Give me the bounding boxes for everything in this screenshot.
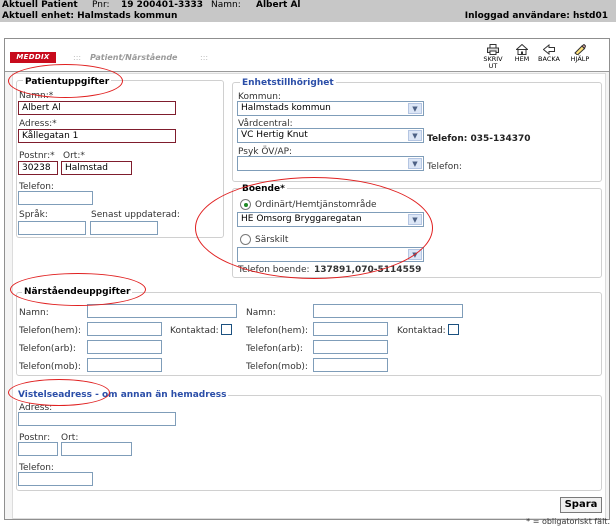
- relative2-phone-home-label: Telefon(hem):: [246, 326, 308, 336]
- chevron-down-icon: ▼: [408, 214, 422, 225]
- meddix-logo: MEDDIX: [10, 52, 56, 63]
- relative1-phone-work-input[interactable]: [87, 340, 162, 354]
- vardcentral-phone: Telefon: 035-134370: [427, 134, 531, 144]
- relative2-name-input[interactable]: [313, 304, 463, 318]
- print-label: SKRIV UT: [483, 55, 503, 70]
- relative1-phone-home-input[interactable]: [87, 322, 162, 336]
- help-button[interactable]: HJÄLP: [566, 44, 594, 63]
- current-unit: Aktuell enhet: Halmstads kommun: [2, 11, 178, 21]
- updated-label: Senast uppdaterad:: [91, 210, 180, 220]
- visit-address-title: Vistelseadress - om annan än hemadress: [16, 390, 229, 401]
- psyk-select[interactable]: ▼: [237, 156, 424, 171]
- print-button[interactable]: SKRIV UT: [479, 44, 507, 70]
- chevron-down-icon: ▼: [408, 249, 422, 260]
- pnr-label: Pnr:: [92, 0, 110, 10]
- separator-dots: :::: [200, 53, 209, 62]
- relative1-name-label: Namn:: [19, 308, 49, 318]
- relative1-phone-work-label: Telefon(arb):: [19, 344, 76, 354]
- visit-city-input[interactable]: [61, 442, 132, 456]
- relative1-phone-home-label: Telefon(hem):: [19, 326, 81, 336]
- language-input[interactable]: [18, 221, 86, 235]
- relative2-phone-work-label: Telefon(arb):: [246, 344, 303, 354]
- special-radio[interactable]: [240, 234, 251, 245]
- relative2-phone-mobile-input[interactable]: [313, 358, 388, 372]
- chevron-down-icon: ▼: [408, 130, 422, 141]
- separator-dots: :::: [73, 53, 82, 62]
- relative2-phone-home-input[interactable]: [313, 322, 388, 336]
- phone-input[interactable]: [18, 191, 93, 205]
- patient-name-value: Albert Al: [256, 0, 301, 10]
- visit-address-title-note: - om annan än hemadress: [95, 390, 227, 400]
- patient-label: Aktuell Patient: [2, 0, 78, 10]
- city-input[interactable]: Halmstad: [61, 161, 132, 175]
- name-label: Namn:: [211, 0, 241, 10]
- save-button[interactable]: Spara: [560, 497, 602, 513]
- housing-phone-label: Telefon boende:: [238, 265, 310, 275]
- logged-in-user: Inloggad användare: hstd01: [464, 11, 608, 21]
- relative2-phone-mobile-label: Telefon(mob):: [246, 362, 308, 372]
- postnr-input[interactable]: 30238: [18, 161, 58, 175]
- updated-input[interactable]: [90, 221, 158, 235]
- help-icon: [574, 44, 586, 55]
- relative1-name-input[interactable]: [87, 304, 237, 318]
- city-label: Ort:*: [63, 151, 85, 161]
- back-icon: [543, 44, 555, 55]
- back-button[interactable]: BACKA: [535, 44, 563, 63]
- relative1-contacted-label: Kontaktad:: [170, 326, 219, 336]
- page-title: Patient/Närstående: [90, 53, 178, 62]
- visit-postnr-input[interactable]: [18, 442, 58, 456]
- chevron-down-icon: ▼: [408, 103, 422, 114]
- name-label: Namn:*: [19, 91, 54, 101]
- kommun-value: Halmstads kommun: [241, 103, 331, 113]
- vardcentral-select[interactable]: VC Hertig Knut ▼: [237, 128, 424, 143]
- patient-section-title: Patientuppgifter: [23, 77, 112, 88]
- help-label: HJÄLP: [570, 55, 590, 63]
- pnr-value: 19 200401-3333: [121, 0, 204, 10]
- relative1-phone-mobile-input[interactable]: [87, 358, 162, 372]
- unit-section-title: Enhetstillhörighet: [240, 78, 336, 89]
- kommun-select[interactable]: Halmstads kommun ▼: [237, 101, 424, 116]
- relative2-contacted-checkbox[interactable]: [448, 324, 459, 335]
- name-input[interactable]: Albert Al: [18, 101, 176, 115]
- ordinary-select[interactable]: HE Omsorg Bryggaregatan ▼: [237, 212, 424, 227]
- ordinary-radio[interactable]: [240, 199, 251, 210]
- postnr-label: Postnr:*: [19, 151, 55, 161]
- home-button[interactable]: HEM: [508, 44, 536, 63]
- relative1-phone-mobile-label: Telefon(mob):: [19, 362, 81, 372]
- housing-phone-value: 137891,070-5114559: [314, 265, 422, 275]
- back-label: BACKA: [538, 55, 560, 63]
- ordinary-label: Ordinärt/Hemtjänstområde: [255, 200, 377, 210]
- language-label: Språk:: [19, 210, 48, 220]
- required-footnote: * = obligatoriskt fält.: [526, 517, 610, 526]
- relative1-contacted-checkbox[interactable]: [221, 324, 232, 335]
- relative2-contacted-label: Kontaktad:: [397, 326, 446, 336]
- relative2-phone-work-input[interactable]: [313, 340, 388, 354]
- relatives-section-title: Närståendeuppgifter: [22, 287, 133, 298]
- special-label: Särskilt: [255, 235, 289, 245]
- visit-address-input[interactable]: [18, 412, 176, 426]
- chevron-down-icon: ▼: [408, 158, 422, 169]
- home-icon: [516, 44, 528, 55]
- printer-icon: [487, 44, 499, 55]
- address-label: Adress:*: [19, 119, 57, 129]
- ordinary-value: HE Omsorg Bryggaregatan: [241, 214, 362, 224]
- psyk-phone: Telefon:: [427, 162, 462, 172]
- address-input[interactable]: Kållegatan 1: [18, 129, 176, 143]
- visit-address-title-main: Vistelseadress: [18, 390, 92, 400]
- housing-section-title: Boende*: [240, 184, 287, 195]
- visit-phone-input[interactable]: [18, 472, 93, 486]
- special-select[interactable]: ▼: [237, 247, 424, 262]
- home-label: HEM: [514, 55, 530, 63]
- relative2-name-label: Namn:: [246, 308, 276, 318]
- vardcentral-value: VC Hertig Knut: [241, 130, 308, 140]
